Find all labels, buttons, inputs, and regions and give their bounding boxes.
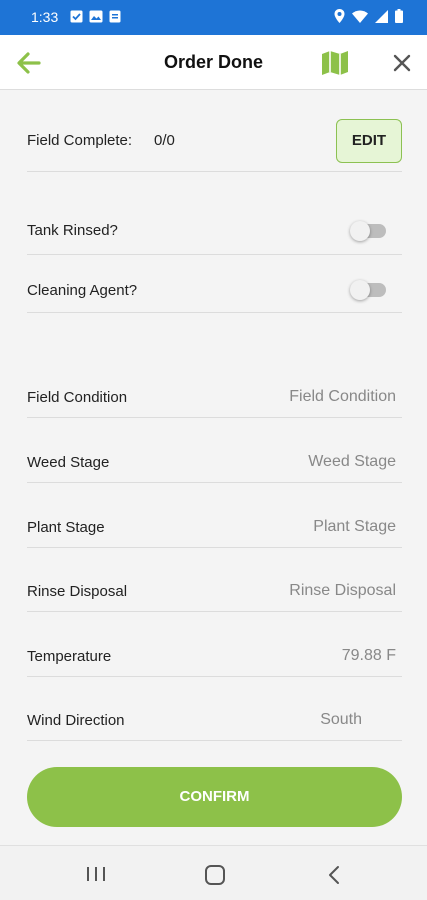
plant-stage-label: Plant Stage — [27, 519, 105, 536]
chevron-left-icon — [329, 866, 339, 884]
image-icon — [89, 10, 103, 23]
tank-rinsed-toggle[interactable] — [350, 221, 388, 241]
temperature-label: Temperature — [27, 648, 112, 665]
rinse-disposal-row[interactable]: Rinse Disposal Rinse Disposal — [27, 548, 402, 612]
home-button[interactable] — [204, 864, 226, 886]
tank-rinsed-row: Tank Rinsed? — [27, 200, 402, 255]
plant-stage-select[interactable]: Plant Stage — [313, 518, 396, 536]
document-icon — [109, 10, 121, 23]
status-system-icons — [334, 9, 403, 23]
battery-icon — [395, 9, 403, 23]
map-button[interactable] — [320, 50, 350, 76]
toggle-thumb — [350, 221, 370, 241]
field-condition-row[interactable]: Field Condition Field Condition — [27, 373, 402, 418]
field-complete-row: Field Complete: 0/0 EDIT — [27, 110, 402, 172]
temperature-row[interactable]: Temperature 79.88 F — [27, 612, 402, 677]
rinse-disposal-select[interactable]: Rinse Disposal — [289, 582, 396, 600]
field-complete-value: 0/0 — [154, 132, 175, 149]
field-condition-select[interactable]: Field Condition — [289, 388, 396, 406]
edit-button[interactable]: EDIT — [336, 119, 402, 163]
cleaning-agent-row: Cleaning Agent? — [27, 255, 402, 313]
check-box-icon — [70, 10, 83, 23]
cleaning-agent-label: Cleaning Agent? — [27, 282, 138, 299]
confirm-button[interactable]: CONFIRM — [27, 767, 402, 827]
wind-direction-label: Wind Direction — [27, 712, 125, 729]
status-time: 1:33 — [31, 9, 59, 25]
status-bar: 1:33 — [0, 0, 427, 35]
system-back-button[interactable] — [326, 864, 342, 886]
map-icon — [322, 51, 348, 75]
recent-apps-button[interactable] — [85, 864, 107, 884]
page-title: Order Done — [163, 52, 264, 72]
cleaning-agent-toggle[interactable] — [350, 280, 388, 300]
weed-stage-row[interactable]: Weed Stage Weed Stage — [27, 418, 402, 483]
temperature-value[interactable]: 79.88 F — [342, 647, 396, 665]
location-icon — [334, 9, 345, 23]
plant-stage-row[interactable]: Plant Stage Plant Stage — [27, 483, 402, 548]
wind-direction-row[interactable]: Wind Direction South — [27, 677, 402, 741]
app-bar: Order Done — [0, 35, 427, 90]
weed-stage-label: Weed Stage — [27, 454, 110, 471]
wind-direction-value[interactable]: South — [320, 711, 362, 729]
wifi-icon — [352, 10, 368, 23]
home-icon — [205, 865, 225, 885]
rinse-disposal-label: Rinse Disposal — [27, 583, 128, 600]
field-condition-label: Field Condition — [27, 389, 128, 406]
recent-apps-icon — [87, 867, 105, 881]
close-icon — [393, 54, 411, 72]
weed-stage-select[interactable]: Weed Stage — [308, 453, 396, 471]
field-complete-label: Field Complete: — [27, 132, 133, 149]
tank-rinsed-label: Tank Rinsed? — [27, 222, 118, 239]
close-button[interactable] — [390, 51, 414, 75]
status-notification-icons — [70, 10, 121, 23]
toggle-thumb — [350, 280, 370, 300]
signal-icon — [375, 9, 388, 23]
system-nav-bar — [0, 845, 427, 900]
